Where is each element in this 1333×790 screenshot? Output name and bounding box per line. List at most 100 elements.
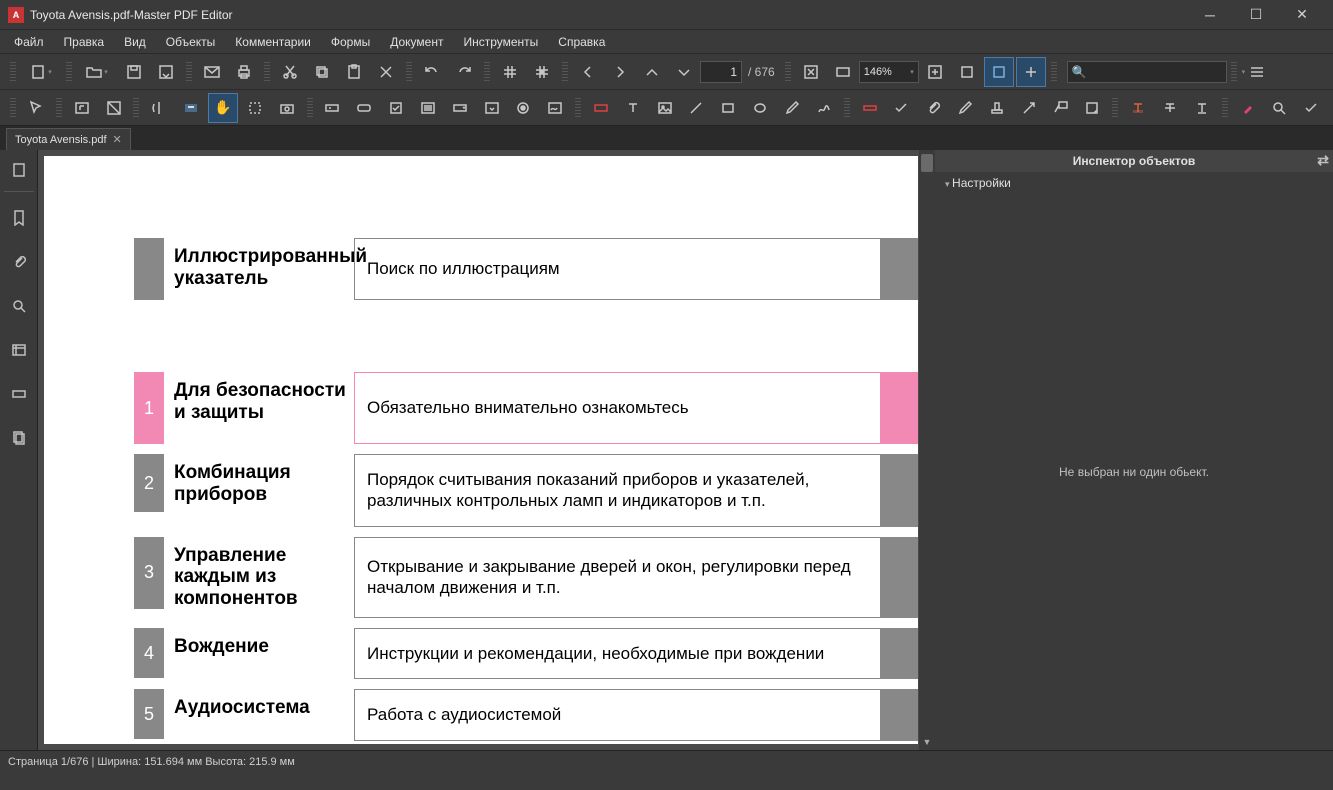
snap-button[interactable]	[527, 57, 557, 87]
text-field-tool[interactable]	[318, 93, 348, 123]
ellipse-tool[interactable]	[745, 93, 775, 123]
select-tool[interactable]	[240, 93, 270, 123]
toolbar-grip[interactable]	[66, 62, 72, 82]
toolbar-grip[interactable]	[1112, 98, 1118, 118]
cut-button[interactable]	[275, 57, 305, 87]
checkmark-tool[interactable]	[887, 93, 917, 123]
layers-panel-button[interactable]	[4, 376, 34, 412]
zoom-in-nav-button[interactable]	[637, 57, 667, 87]
menu-document[interactable]: Документ	[382, 33, 451, 51]
minimize-button[interactable]: ─	[1187, 0, 1233, 30]
strikeout-tool[interactable]	[1155, 93, 1185, 123]
search-input[interactable]	[1087, 65, 1242, 79]
toolbar-grip[interactable]	[307, 98, 313, 118]
menu-edit[interactable]: Правка	[56, 33, 113, 51]
menu-objects[interactable]: Объекты	[158, 33, 224, 51]
fit-page-button[interactable]	[796, 57, 826, 87]
add-text-tool[interactable]	[618, 93, 648, 123]
rectangle-tool[interactable]	[713, 93, 743, 123]
hand-tool[interactable]: ✋	[208, 93, 238, 123]
marker-tool[interactable]	[1233, 93, 1263, 123]
close-window-button[interactable]: ✕	[1279, 0, 1325, 30]
edit-form-tool[interactable]	[99, 93, 129, 123]
copy-button[interactable]	[307, 57, 337, 87]
open-button[interactable]: ▾	[77, 57, 117, 87]
save-button[interactable]	[119, 57, 149, 87]
attachments-panel-button[interactable]	[4, 244, 34, 280]
toolbar-grip[interactable]	[844, 98, 850, 118]
radio-field-tool[interactable]	[508, 93, 538, 123]
toolbar-grip[interactable]	[785, 62, 791, 82]
attachment-tool[interactable]	[918, 93, 948, 123]
document-tab[interactable]: Toyota Avensis.pdf ✕	[6, 128, 131, 150]
search-box[interactable]: 🔍 ▾	[1067, 61, 1227, 83]
delete-button[interactable]	[371, 57, 401, 87]
fields-panel-button[interactable]	[4, 332, 34, 368]
check-tool[interactable]	[1296, 93, 1326, 123]
prev-page-button[interactable]	[573, 57, 603, 87]
line-tool[interactable]	[682, 93, 712, 123]
signature-field-tool[interactable]	[540, 93, 570, 123]
toolbar-grip[interactable]	[562, 62, 568, 82]
text-width-button[interactable]	[1016, 57, 1046, 87]
menu-help[interactable]: Справка	[550, 33, 613, 51]
zoom-tool[interactable]	[1265, 93, 1295, 123]
inspector-section-settings[interactable]: Настройки	[935, 172, 1333, 194]
toolbar-grip[interactable]	[1231, 62, 1237, 82]
menu-file[interactable]: Файл	[6, 33, 52, 51]
stamp-tool[interactable]	[982, 93, 1012, 123]
callout-tool[interactable]	[1046, 93, 1076, 123]
toolbar-grip[interactable]	[264, 62, 270, 82]
arrow-annot-tool[interactable]	[1014, 93, 1044, 123]
menu-forms[interactable]: Формы	[323, 33, 378, 51]
maximize-button[interactable]: ☐	[1233, 0, 1279, 30]
toolbar-grip[interactable]	[10, 62, 16, 82]
toolbar-grip[interactable]	[1222, 98, 1228, 118]
redo-button[interactable]	[449, 57, 479, 87]
toolbar-grip[interactable]	[186, 62, 192, 82]
grid-button[interactable]	[495, 57, 525, 87]
thumbnails-panel-button[interactable]	[4, 156, 34, 192]
pencil-tool[interactable]	[777, 93, 807, 123]
search-panel-button[interactable]	[4, 288, 34, 324]
button-field-tool[interactable]	[349, 93, 379, 123]
pages-panel-button[interactable]	[4, 420, 34, 456]
combo-field-tool[interactable]	[445, 93, 475, 123]
actual-size-button[interactable]	[920, 57, 950, 87]
page-number-input[interactable]	[700, 61, 742, 83]
toolbar-grip[interactable]	[56, 98, 62, 118]
edit-text-tool[interactable]	[67, 93, 97, 123]
toolbar-grip[interactable]	[10, 98, 16, 118]
vertical-scrollbar[interactable]: ▲ ▼	[919, 150, 935, 750]
scroll-down-icon[interactable]: ▼	[919, 734, 935, 750]
next-page-button[interactable]	[605, 57, 635, 87]
pencil-annot-tool[interactable]	[950, 93, 980, 123]
underline-tool[interactable]	[1187, 93, 1217, 123]
sticky-note-tool[interactable]	[1077, 93, 1107, 123]
email-button[interactable]	[197, 57, 227, 87]
text-tool[interactable]	[176, 93, 206, 123]
print-button[interactable]	[229, 57, 259, 87]
menu-view[interactable]: Вид	[116, 33, 154, 51]
fit-visible-button[interactable]	[952, 57, 982, 87]
document-canvas[interactable]: Иллюстрированный указатель Поиск по иллю…	[38, 150, 935, 750]
menu-tools[interactable]: Инструменты	[455, 33, 546, 51]
scroll-thumb[interactable]	[921, 154, 933, 172]
save-as-button[interactable]	[151, 57, 181, 87]
toolbar-grip[interactable]	[406, 62, 412, 82]
undo-button[interactable]	[417, 57, 447, 87]
toolbar-grip[interactable]	[575, 98, 581, 118]
zoom-combo[interactable]: 146%▾	[859, 61, 919, 83]
highlight-remove-tool[interactable]	[855, 93, 885, 123]
list-field-tool[interactable]	[413, 93, 443, 123]
toolbar-grip[interactable]	[133, 98, 139, 118]
bookmarks-panel-button[interactable]	[4, 200, 34, 236]
paste-button[interactable]	[339, 57, 369, 87]
draw-freehand-tool[interactable]	[809, 93, 839, 123]
dropdown-field-tool[interactable]	[477, 93, 507, 123]
vertical-guide-tool[interactable]	[144, 93, 174, 123]
new-document-button[interactable]: ▾	[21, 57, 61, 87]
crop-view-button[interactable]	[984, 57, 1014, 87]
close-tab-icon[interactable]: ✕	[113, 133, 122, 146]
zoom-out-nav-button[interactable]	[669, 57, 699, 87]
